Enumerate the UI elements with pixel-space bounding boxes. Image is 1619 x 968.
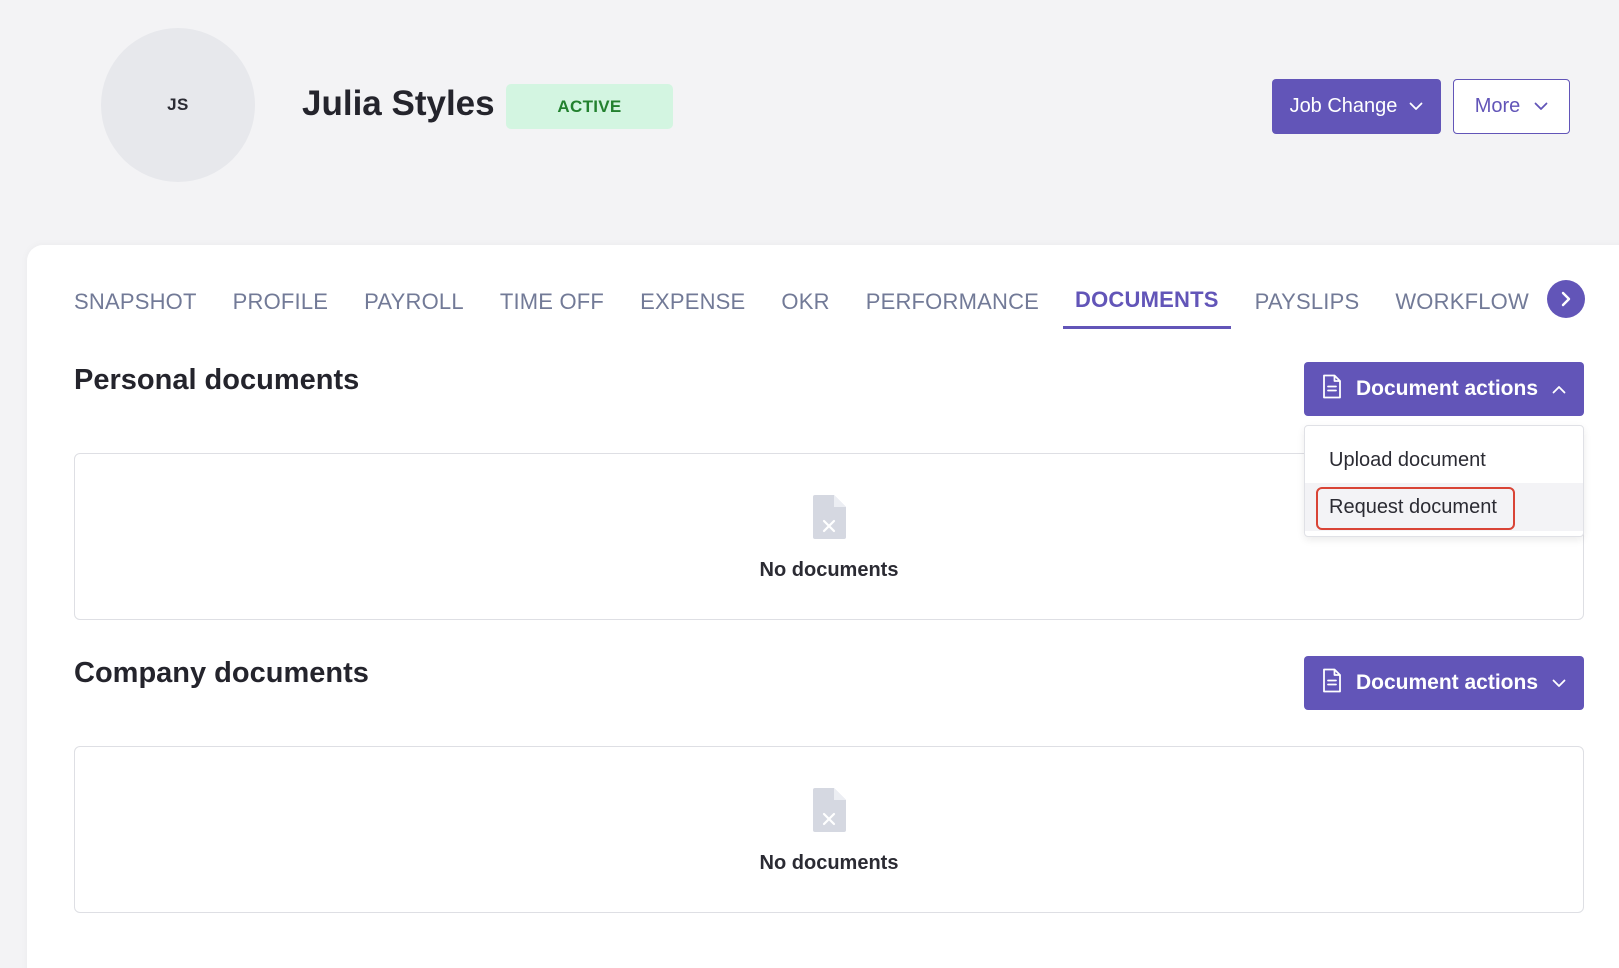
tab-scroll-right-button[interactable] [1547, 280, 1585, 318]
employee-name: Julia Styles [302, 84, 495, 123]
tab-okr[interactable]: OKR [769, 274, 841, 329]
tab-workflow[interactable]: WORKFLOW [1383, 274, 1533, 329]
tab-payslips[interactable]: PAYSLIPS [1243, 274, 1372, 329]
more-label: More [1474, 95, 1521, 117]
more-button[interactable]: More [1453, 79, 1570, 134]
status-badge: ACTIVE [506, 84, 673, 129]
company-document-actions-label: Document actions [1355, 671, 1539, 694]
chevron-up-icon [1552, 385, 1566, 394]
tab-snapshot[interactable]: SNAPSHOT [74, 274, 209, 329]
company-empty-text: No documents [759, 852, 899, 874]
tab-documents[interactable]: DOCUMENTS [1063, 274, 1231, 329]
avatar: JS [101, 28, 255, 182]
company-document-actions-button[interactable]: Document actions [1304, 656, 1584, 710]
personal-empty-text: No documents [759, 559, 899, 581]
upload-document-menu-item[interactable]: Upload document [1305, 436, 1583, 484]
tab-time-off[interactable]: TIME OFF [488, 274, 616, 329]
document-icon [1322, 374, 1342, 405]
tab-payroll[interactable]: PAYROLL [352, 274, 476, 329]
job-change-button[interactable]: Job Change [1272, 79, 1441, 134]
chevron-down-icon [1534, 102, 1548, 111]
request-document-menu-item[interactable]: Request document [1305, 483, 1583, 531]
job-change-label: Job Change [1289, 95, 1398, 117]
chevron-right-icon [1561, 291, 1571, 307]
employee-page: JS Julia Styles ACTIVE Job Change More S… [0, 0, 1619, 968]
personal-document-actions-label: Document actions [1355, 377, 1539, 400]
tab-expense[interactable]: EXPENSE [628, 274, 757, 329]
chevron-down-icon [1409, 102, 1423, 111]
company-documents-title: Company documents [74, 657, 369, 689]
company-documents-empty-state: No documents [74, 746, 1584, 913]
tab-bar: SNAPSHOT PROFILE PAYROLL TIME OFF EXPENS… [74, 274, 1545, 329]
personal-document-actions-button[interactable]: Document actions [1304, 362, 1584, 416]
personal-documents-title: Personal documents [74, 364, 360, 396]
chevron-down-icon [1552, 679, 1566, 688]
no-document-icon [810, 787, 848, 838]
document-actions-menu: Upload document Request document [1304, 425, 1584, 537]
tab-profile[interactable]: PROFILE [221, 274, 341, 329]
no-document-icon [810, 494, 848, 545]
document-icon [1322, 668, 1342, 699]
tab-performance[interactable]: PERFORMANCE [854, 274, 1051, 329]
